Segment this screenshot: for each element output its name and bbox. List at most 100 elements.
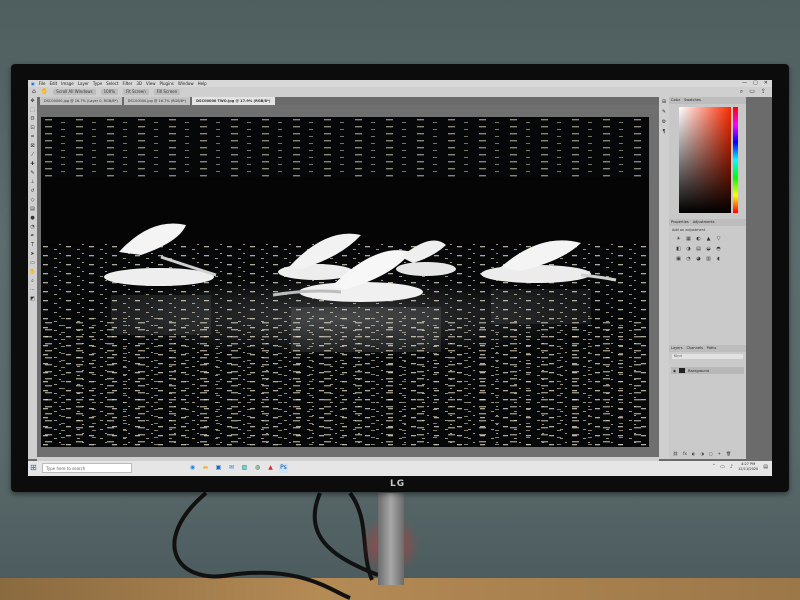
document-tab-active[interactable]: DSC00000 TWO.jpg @ 17.9% (RGB/8*): [192, 97, 275, 105]
more-tools-icon[interactable]: ⋯: [28, 286, 37, 295]
fit-screen-button[interactable]: Fit Screen: [123, 89, 149, 95]
chevron-up-icon[interactable]: ˄: [713, 464, 716, 470]
photos-icon[interactable]: ▨: [240, 463, 249, 473]
posterize-icon[interactable]: ◕: [695, 256, 702, 263]
mask-icon[interactable]: ◐: [692, 451, 696, 456]
pen-tool-icon[interactable]: ✒: [28, 232, 37, 241]
brightness-icon[interactable]: ☀: [675, 236, 682, 243]
marquee-tool-icon[interactable]: ⬚: [28, 106, 37, 115]
menu-file[interactable]: File: [39, 80, 46, 87]
tab-layers[interactable]: Layers: [671, 345, 683, 352]
history-tool-icon[interactable]: ↺: [28, 187, 37, 196]
menu-help[interactable]: Help: [198, 80, 207, 87]
eyedropper-tool-icon[interactable]: ⁄: [28, 151, 37, 160]
adjust-panel-icon[interactable]: ⚙: [659, 117, 669, 127]
maximize-button[interactable]: ▢: [753, 80, 758, 87]
black-white-icon[interactable]: ▤: [695, 246, 702, 253]
menu-layer[interactable]: Layer: [78, 80, 89, 87]
menu-filter[interactable]: Filter: [122, 80, 132, 87]
color-picker-field[interactable]: [679, 107, 731, 213]
home-icon[interactable]: ⌂: [32, 88, 36, 96]
menu-image[interactable]: Image: [61, 80, 74, 87]
blur-tool-icon[interactable]: ●: [28, 214, 37, 223]
zoom-tool-icon[interactable]: ⌕: [28, 277, 37, 286]
ps-logo-icon[interactable]: ▣: [31, 80, 35, 87]
fx-icon[interactable]: fx: [683, 451, 687, 456]
tab-paths[interactable]: Paths: [707, 345, 717, 352]
vibrance-icon[interactable]: ▽: [715, 236, 722, 243]
windows-start-icon[interactable]: ⊞: [30, 463, 37, 472]
shape-tool-icon[interactable]: ▭: [28, 259, 37, 268]
select-tool-icon[interactable]: ⊡: [28, 124, 37, 133]
menu-window[interactable]: Window: [178, 80, 194, 87]
adjustment-layer-icon[interactable]: ◑: [700, 451, 704, 456]
dodge-tool-icon[interactable]: ◔: [28, 223, 37, 232]
tab-channels[interactable]: Channels: [687, 345, 703, 352]
file-explorer-icon[interactable]: ▬: [201, 463, 210, 473]
zoom-100-button[interactable]: 100%: [100, 89, 119, 95]
store-icon[interactable]: ▣: [214, 463, 223, 473]
menu-type[interactable]: Type: [93, 80, 102, 87]
group-icon[interactable]: ▢: [709, 451, 713, 456]
canvas-area[interactable]: [37, 105, 659, 457]
photo-filter-icon[interactable]: ◒: [705, 246, 712, 253]
edge-icon[interactable]: ◉: [188, 463, 197, 473]
search-icon[interactable]: ⌕: [740, 88, 743, 96]
menu-plugins[interactable]: Plugins: [159, 80, 173, 87]
tab-swatches[interactable]: Swatches: [684, 97, 701, 104]
brush-tool-icon[interactable]: ✎: [28, 169, 37, 178]
photo-pelicans[interactable]: [41, 117, 649, 447]
crop-tool-icon[interactable]: ⌗: [28, 133, 37, 142]
move-tool-icon[interactable]: ✥: [28, 97, 37, 106]
exposure-icon[interactable]: ▲: [705, 236, 712, 243]
invert-icon[interactable]: ◔: [685, 256, 692, 263]
close-button[interactable]: ✕: [764, 80, 768, 87]
heal-tool-icon[interactable]: ✚: [28, 160, 37, 169]
share-icon[interactable]: ⇪: [761, 88, 766, 96]
menu-view[interactable]: View: [146, 80, 156, 87]
scroll-all-windows-button[interactable]: Scroll All Windows: [53, 89, 96, 95]
document-tab[interactable]: DSC00000.jpg @ 16.7% (Layer 0, RGB/8*): [40, 97, 122, 105]
menu-select[interactable]: Select: [106, 80, 118, 87]
fill-screen-button[interactable]: Fill Screen: [153, 89, 181, 95]
threshold-icon[interactable]: ▥: [705, 256, 712, 263]
hand-tool-icon[interactable]: ✋: [28, 268, 37, 277]
workspace-icon[interactable]: ▭: [749, 88, 755, 96]
document-tab[interactable]: DSC00000.jpg @ 16.7% (RGB/8*): [123, 97, 191, 105]
chrome-icon[interactable]: ◍: [253, 463, 262, 473]
history-panel-icon[interactable]: ⊞: [659, 97, 669, 107]
brush-panel-icon[interactable]: ✎: [659, 107, 669, 117]
lasso-tool-icon[interactable]: ʘ: [28, 115, 37, 124]
color-lookup-icon[interactable]: ▣: [675, 256, 682, 263]
photoshop-icon[interactable]: Ps: [279, 463, 288, 473]
menu-3d[interactable]: 3D: [136, 80, 142, 87]
new-layer-icon[interactable]: +: [718, 451, 721, 456]
curves-icon[interactable]: ◐: [695, 236, 702, 243]
tab-adjustments[interactable]: Adjustments: [693, 219, 715, 226]
type-tool-icon[interactable]: T: [28, 241, 37, 250]
volume-icon[interactable]: ♪: [730, 464, 733, 470]
layer-filter-input[interactable]: Kind: [672, 354, 743, 359]
network-icon[interactable]: ▭: [720, 464, 725, 470]
path-tool-icon[interactable]: ➤: [28, 250, 37, 259]
eraser-tool-icon[interactable]: ◇: [28, 196, 37, 205]
link-layers-icon[interactable]: ⛓: [673, 451, 678, 456]
tab-properties[interactable]: Properties: [671, 219, 689, 226]
hand-tool-icon[interactable]: ✋: [41, 88, 48, 96]
layer-row[interactable]: ◉ Background: [671, 367, 744, 374]
clock[interactable]: 4:27 PM 12/11/2020: [738, 462, 758, 472]
hue-saturation-icon[interactable]: ◧: [675, 246, 682, 253]
mail-icon[interactable]: ✉: [227, 463, 236, 473]
eye-icon[interactable]: ◉: [673, 369, 676, 373]
minimize-button[interactable]: —: [742, 80, 747, 87]
gradient-map-icon[interactable]: ◖: [715, 256, 722, 263]
frame-tool-icon[interactable]: ⊠: [28, 142, 37, 151]
stamp-tool-icon[interactable]: ⊥: [28, 178, 37, 187]
color-balance-icon[interactable]: ◑: [685, 246, 692, 253]
taskbar-search-input[interactable]: Type here to search: [42, 463, 132, 473]
paragraph-panel-icon[interactable]: ¶: [659, 127, 669, 137]
foreground-background-color-icon[interactable]: ◩: [28, 295, 37, 304]
hue-slider[interactable]: [733, 107, 738, 213]
levels-icon[interactable]: ▦: [685, 236, 692, 243]
notifications-icon[interactable]: ▤: [763, 464, 768, 470]
